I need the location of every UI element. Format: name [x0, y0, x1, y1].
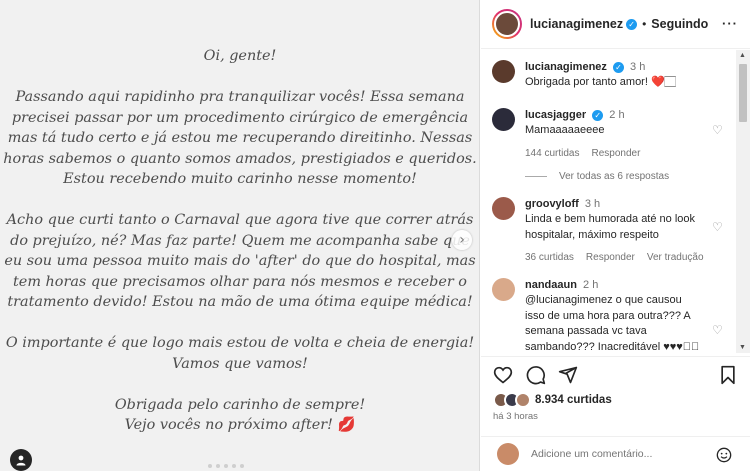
letter-line: tem horas que precisamos olhar para nós …	[13, 273, 467, 290]
letter-line: do prejuízo, né? Mas faz parte! Quem me …	[10, 232, 470, 249]
letter-paragraph-1: Passando aqui rapidinho pra tranquilizar…	[0, 87, 480, 190]
heart-icon[interactable]: ♡	[712, 324, 724, 336]
letter-line: Vamos que vamos!	[172, 355, 308, 372]
comments-scrollbar[interactable]: ▲ ▼	[736, 50, 750, 353]
avatar[interactable]	[492, 197, 515, 220]
verified-badge-icon: ✓	[626, 18, 638, 30]
letter-line: mas tá tudo certo e já estou me recupera…	[7, 130, 473, 146]
avatar[interactable]	[492, 60, 515, 83]
view-replies-label: Ver todas as 6 respostas	[559, 171, 670, 182]
comment-text: Mamaaaaaeeee	[525, 124, 605, 136]
comment-likes[interactable]: 36 curtidas	[525, 250, 574, 265]
smiley-icon[interactable]	[716, 447, 732, 463]
avatar[interactable]	[492, 278, 515, 301]
likes-summary[interactable]: 8.934 curtidas	[493, 392, 612, 408]
comment-text: @lucianagimenez o que causou isso de uma…	[525, 294, 700, 353]
scroll-up-icon[interactable]: ▲	[739, 52, 746, 59]
letter-closing: Obrigada pelo carinho de sempre! Vejo vo…	[0, 395, 480, 436]
comment-username[interactable]: groovyloff	[525, 198, 579, 210]
author-username[interactable]: lucianagimenez	[530, 17, 623, 31]
post-header: lucianagimenez ✓ • Seguindo ···	[481, 0, 750, 49]
post-actions: 8.934 curtidas há 3 horas	[481, 356, 750, 436]
send-icon[interactable]	[558, 365, 578, 385]
letter-line: precisei passar por um procedimento cirú…	[11, 109, 469, 126]
carousel-next-button[interactable]: ›	[452, 230, 472, 250]
comment-username[interactable]: lucianagimenez	[525, 61, 607, 73]
comment-icon[interactable]	[526, 365, 546, 385]
letter-line: eu sou uma pessoa muito mais do 'after' …	[4, 253, 476, 269]
letter-paragraph-3: O importante é que logo mais estou de vo…	[0, 333, 480, 374]
letter-line: Acho que curti tanto o Carnaval que agor…	[6, 212, 474, 228]
translate-button[interactable]: Ver tradução	[647, 250, 704, 265]
comment-time: 2 h	[609, 109, 625, 121]
likes-count[interactable]: 8.934 curtidas	[535, 394, 612, 406]
reply-button[interactable]: Responder	[591, 146, 640, 161]
current-user-avatar	[497, 443, 519, 465]
heart-icon[interactable]	[493, 365, 513, 385]
letter-paragraph-2: Acho que curti tanto o Carnaval que agor…	[0, 210, 480, 313]
post-image: Oi, gente! Passando aqui rapidinho pra t…	[0, 0, 480, 471]
author-avatar[interactable]	[492, 9, 522, 39]
kiss-emoji: 💋	[337, 417, 356, 433]
letter-line: Obrigada pelo carinho de sempre!	[114, 396, 366, 413]
post-letter-text: Oi, gente! Passando aqui rapidinho pra t…	[0, 46, 480, 456]
verified-badge-icon: ✓	[592, 110, 604, 121]
comment-item: groovyloff 3 h Linda e bem humorada até …	[492, 197, 724, 265]
comment-text: Obrigada por tanto amor! ❤️🏻	[525, 76, 676, 88]
comment-username[interactable]: lucasjagger	[525, 109, 586, 121]
verified-badge-icon: ✓	[612, 62, 624, 73]
letter-line: tratamento devido! Estou na mão de uma ó…	[7, 294, 473, 310]
add-comment-bar	[481, 436, 750, 471]
carousel-indicator	[208, 464, 244, 468]
letter-line: horas sabemos o quanto somos amados, pre…	[3, 150, 477, 167]
comment-item: nandaaun 2 h @lucianagimenez o que causo…	[492, 278, 724, 353]
post-side-panel: lucianagimenez ✓ • Seguindo ··· lucianag…	[481, 0, 750, 471]
post-time: há 3 horas	[493, 411, 538, 422]
comment-likes[interactable]: 144 curtidas	[525, 146, 579, 161]
scroll-down-icon[interactable]: ▼	[739, 344, 746, 351]
view-replies-button[interactable]: Ver todas as 6 respostas	[525, 171, 669, 182]
reply-button[interactable]: Responder	[586, 250, 635, 265]
liker-avatars	[493, 392, 533, 408]
carousel-dot	[208, 464, 212, 468]
carousel-dot	[216, 464, 220, 468]
comment-item: lucasjagger ✓ 2 h Mamaaaaaeeee 144 curti…	[492, 108, 724, 161]
letter-line: Vejo vocês no próximo after!	[124, 417, 333, 433]
caption-comment: lucianagimenez ✓ 3 h Obrigada por tanto …	[492, 60, 724, 91]
comment-time: 3 h	[630, 61, 646, 73]
comment-time: 2 h	[583, 279, 599, 291]
letter-line: Estou recebendo muito carinho nesse mome…	[63, 171, 417, 187]
letter-line: Passando aqui rapidinho pra tranquilizar…	[15, 89, 465, 105]
user-tag-button[interactable]	[10, 449, 32, 471]
letter-greeting: Oi, gente!	[203, 48, 277, 64]
chevron-right-icon: ›	[459, 232, 465, 248]
comment-text: Linda e bem humorada até no look hospita…	[525, 213, 696, 241]
comment-time: 3 h	[584, 198, 601, 210]
user-tag-icon	[16, 455, 26, 466]
carousel-dot	[224, 464, 228, 468]
comments-list: lucianagimenez ✓ 3 h Obrigada por tanto …	[481, 50, 736, 353]
comment-input[interactable]	[531, 448, 701, 460]
more-options-icon[interactable]: ···	[722, 16, 738, 31]
carousel-dot	[240, 464, 244, 468]
heart-icon[interactable]: ♡	[712, 124, 724, 136]
avatar[interactable]	[492, 108, 515, 131]
bookmark-icon[interactable]	[718, 365, 738, 385]
carousel-dot	[232, 464, 236, 468]
heart-icon[interactable]: ♡	[712, 221, 724, 233]
header-separator: •	[642, 17, 647, 31]
comment-username[interactable]: nandaaun	[525, 279, 577, 291]
scrollbar-thumb[interactable]	[739, 64, 747, 122]
following-button[interactable]: Seguindo	[651, 17, 708, 31]
letter-line: O importante é que logo mais estou de vo…	[5, 335, 475, 351]
